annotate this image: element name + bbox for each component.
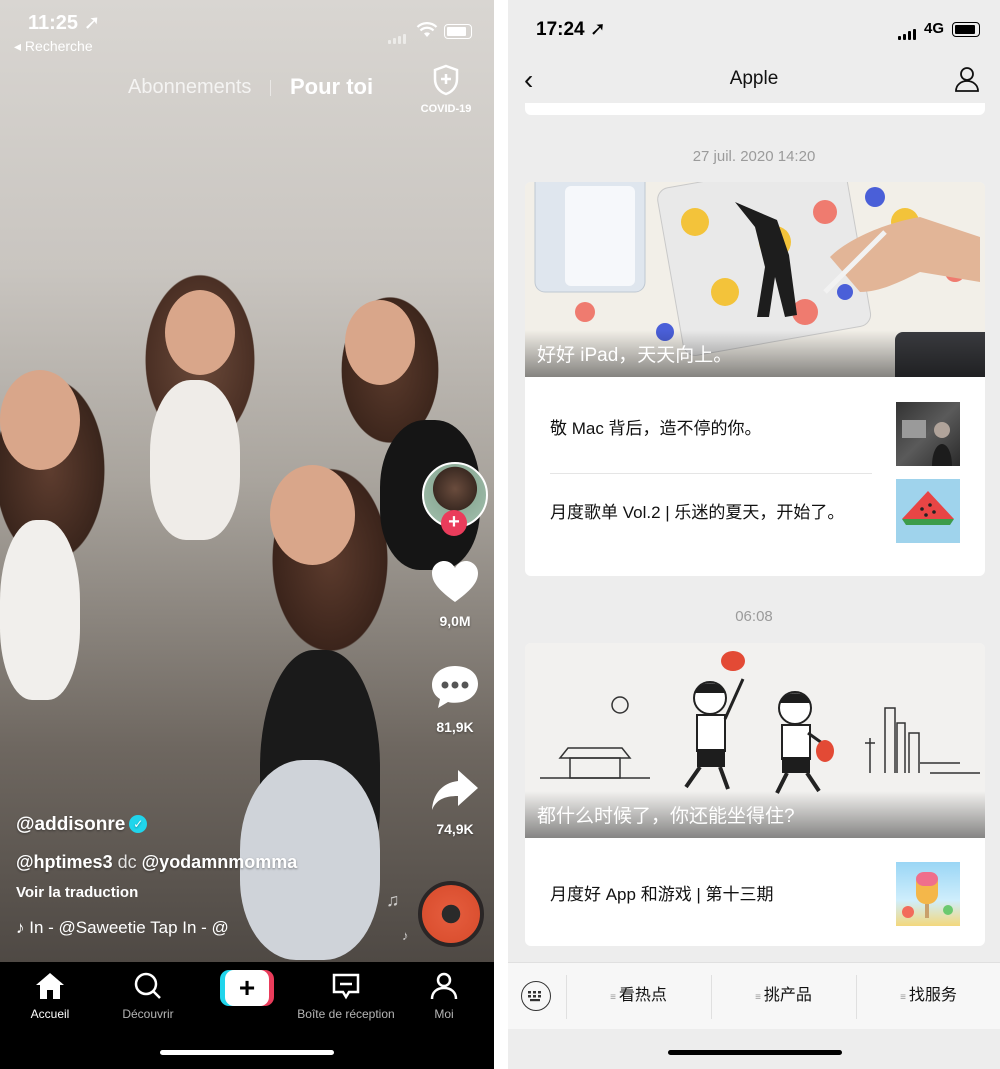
article-title: 月度好 App 和游戏 | 第十三期	[550, 884, 774, 904]
menu-pick-products[interactable]: ≡ 挑产品	[711, 963, 856, 1029]
like-button[interactable]: 9,0M	[424, 560, 486, 629]
battery-icon	[444, 24, 472, 39]
signal-icon	[898, 22, 918, 40]
video-figure	[150, 380, 240, 540]
covid-label: COVID-19	[420, 103, 472, 115]
verified-badge-icon: ✓	[129, 815, 148, 833]
message-timestamp: 27 juil. 2020 14:20	[692, 148, 816, 165]
home-icon	[35, 973, 65, 1003]
menu-label: 看热点	[618, 987, 667, 1004]
heart-icon	[430, 561, 480, 608]
creator-username[interactable]: @addisonre ✓	[16, 814, 148, 836]
previous-card-edge	[525, 103, 985, 115]
music-note-icon: ♪	[402, 928, 409, 943]
translate-link[interactable]: Voir la traduction	[16, 884, 138, 901]
follow-plus-button[interactable]: +	[441, 510, 467, 536]
signal-icon	[388, 26, 408, 44]
video-face	[345, 300, 415, 385]
hero-article[interactable]: 都什么时候了，你还能坐得住?	[525, 643, 985, 838]
hero-title: 都什么时候了，你还能坐得住?	[525, 791, 985, 838]
nav-label: Boîte de réception	[297, 1007, 395, 1021]
back-to-search-link[interactable]: ◂ Recherche	[14, 38, 93, 55]
video-face	[270, 465, 355, 565]
tab-divider	[270, 80, 271, 96]
article-title: 月度歌单 Vol.2 | 乐迷的夏天，开始了。	[550, 502, 845, 522]
video-face	[165, 290, 235, 375]
message-timestamp: 06:08	[735, 608, 773, 625]
official-account-menu: ≡ 看热点 ≡ 挑产品 ≡ 找服务	[508, 962, 1000, 1029]
share-arrow-icon	[430, 770, 480, 816]
nav-discover[interactable]: Découvrir	[98, 972, 198, 1021]
menu-label: 找服务	[908, 987, 957, 1004]
status-time: 17:24 ➚	[536, 19, 606, 40]
menu-list-icon: ≡	[755, 992, 761, 1003]
shield-icon	[432, 64, 460, 100]
video-figure	[0, 520, 80, 700]
wifi-icon	[416, 22, 438, 43]
caption-mention[interactable]: @hptimes3	[16, 852, 113, 872]
music-note-icon: ♫	[386, 890, 400, 910]
status-time: 11:25 ➚	[28, 12, 101, 34]
chat-header: ‹ Apple	[508, 54, 1000, 106]
hero-article[interactable]: 好好 iPad，天天向上。	[525, 182, 985, 377]
menu-list-icon: ≡	[900, 992, 906, 1003]
sound-marquee[interactable]: ♪ In - @Saweetie Tap In - @	[16, 918, 316, 938]
profile-icon[interactable]	[954, 66, 980, 97]
network-type: 4G	[924, 20, 945, 37]
article-thumbnail	[896, 479, 960, 543]
menu-hot-topics[interactable]: ≡ 看热点	[566, 963, 711, 1029]
create-video-button[interactable]: +	[220, 970, 274, 1006]
share-count: 74,9K	[436, 821, 474, 837]
video-face	[0, 370, 80, 470]
article-thumbnail	[896, 402, 960, 466]
menu-list-icon: ≡	[610, 992, 616, 1003]
tiktok-screen: 11:25 ➚ ◂ Recherche Abonnements Pour toi…	[0, 0, 494, 1069]
keyboard-toggle-icon[interactable]	[521, 981, 551, 1011]
article-card: 好好 iPad，天天向上。 敬 Mac 背后，造不停的你。 月度歌单 Vol.2…	[525, 182, 985, 576]
article-title: 敬 Mac 背后，造不停的你。	[550, 418, 762, 438]
article-row[interactable]: 月度歌单 Vol.2 | 乐迷的夏天，开始了。	[525, 467, 985, 557]
nav-label: Accueil	[30, 1007, 70, 1021]
battery-icon	[952, 22, 980, 37]
inbox-icon	[331, 973, 361, 1003]
covid-info-button[interactable]: COVID-19	[414, 64, 478, 115]
home-indicator	[668, 1050, 842, 1055]
search-icon	[133, 972, 163, 1003]
caption-mention[interactable]: @yodamnmomma	[142, 852, 298, 872]
sound-disc[interactable]	[418, 881, 484, 947]
article-thumbnail	[896, 862, 960, 926]
comment-button[interactable]: 81,9K	[424, 664, 486, 735]
nav-home[interactable]: Accueil	[0, 972, 100, 1021]
menu-label: 挑产品	[763, 987, 812, 1004]
username-text: @addisonre	[16, 814, 126, 835]
wechat-screen: 17:24 ➚ 4G ‹ Apple 27 juil. 2020 14:20 好…	[508, 0, 1000, 1069]
nav-label: Découvrir	[122, 1007, 174, 1021]
caption-text: dc	[117, 852, 137, 872]
status-bar: 11:25 ➚ ◂ Recherche	[0, 0, 494, 60]
status-bar: 17:24 ➚ 4G	[508, 0, 1000, 54]
like-count: 9,0M	[439, 613, 471, 629]
article-row[interactable]: 月度好 App 和游戏 | 第十三期	[525, 848, 985, 940]
nav-label: Moi	[434, 1007, 454, 1021]
comment-count: 81,9K	[436, 719, 474, 735]
nav-profile[interactable]: Moi	[394, 972, 494, 1021]
article-card: 都什么时候了，你还能坐得住? 月度好 App 和游戏 | 第十三期	[525, 643, 985, 946]
hero-title: 好好 iPad，天天向上。	[525, 330, 985, 377]
nav-inbox[interactable]: Boîte de réception	[290, 972, 402, 1021]
profile-icon	[429, 972, 459, 1003]
menu-find-services[interactable]: ≡ 找服务	[856, 963, 1000, 1029]
tab-following[interactable]: Abonnements	[128, 76, 251, 99]
create-icon: +	[225, 970, 269, 1006]
page-title: Apple	[729, 68, 779, 89]
video-caption: @hptimes3 dc @yodamnmomma	[16, 852, 297, 873]
home-indicator	[160, 1050, 334, 1055]
comment-icon	[430, 666, 480, 714]
tab-for-you[interactable]: Pour toi	[290, 74, 373, 100]
article-row[interactable]: 敬 Mac 背后，造不停的你。	[525, 389, 985, 467]
share-button[interactable]: 74,9K	[424, 768, 486, 837]
